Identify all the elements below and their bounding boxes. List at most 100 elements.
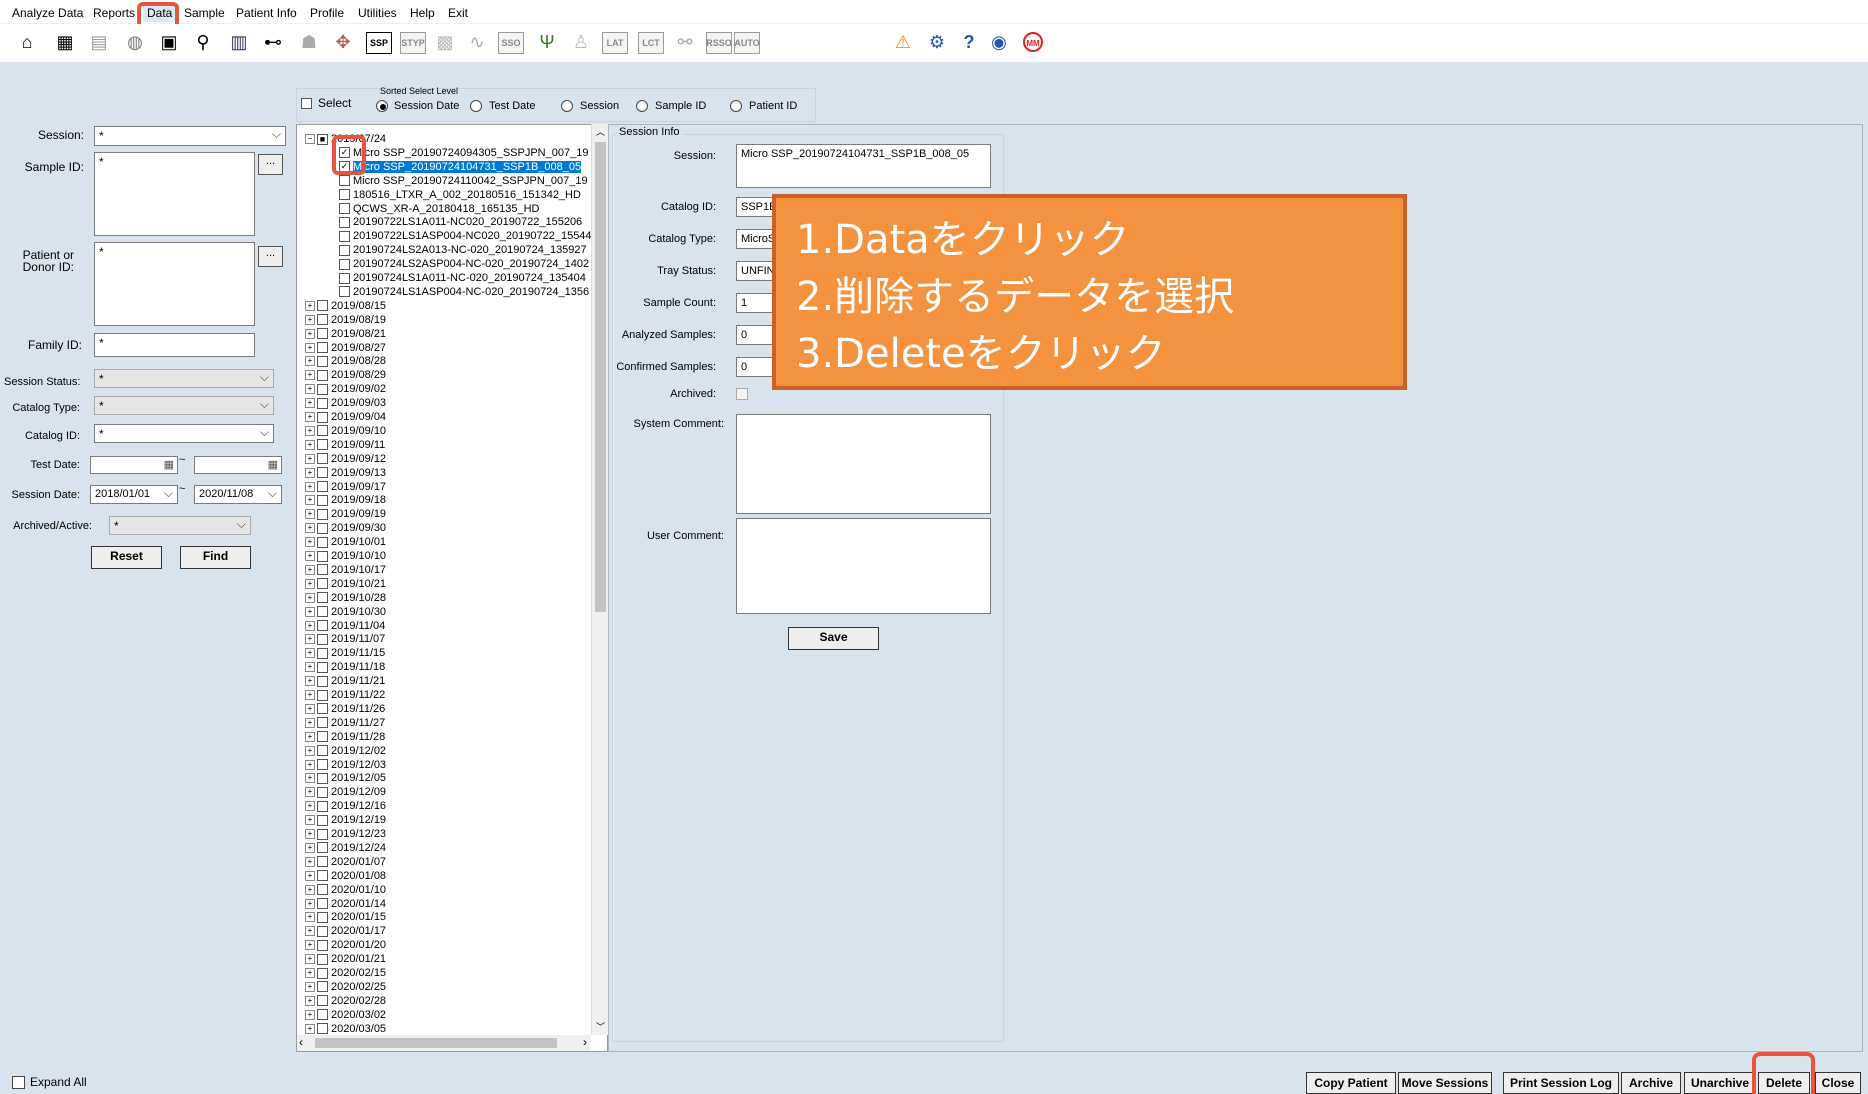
save-button[interactable]: Save	[788, 627, 879, 650]
expand-toggle-icon[interactable]: +	[305, 578, 315, 589]
save-disk-icon[interactable]: ▣	[156, 29, 182, 55]
tree-session-node[interactable]: 20190722LS1ASP004-NC020_20190722_15544	[339, 230, 592, 243]
tree-date-node[interactable]: +2019/09/30	[305, 522, 386, 535]
tree-checkbox[interactable]	[317, 884, 328, 896]
select-all-checkbox[interactable]	[301, 98, 312, 109]
expand-toggle-icon[interactable]: +	[305, 523, 315, 534]
expand-toggle-icon[interactable]: +	[305, 537, 315, 548]
tree-checkbox[interactable]	[317, 925, 328, 937]
expand-toggle-icon[interactable]: +	[305, 759, 315, 770]
expand-toggle-icon[interactable]: +	[305, 467, 315, 478]
scroll-h-thumb[interactable]	[315, 1038, 557, 1048]
tools-icon[interactable]: ✥	[330, 29, 356, 55]
expand-toggle-icon[interactable]: +	[305, 551, 315, 562]
session-date-to[interactable]: 2020/11/08	[194, 485, 282, 504]
expand-toggle-icon[interactable]: +	[305, 856, 315, 867]
report-icon[interactable]: ▥	[226, 29, 252, 55]
tree-checkbox[interactable]	[317, 953, 328, 965]
printer-icon[interactable]: ▤	[86, 29, 112, 55]
tree-checkbox[interactable]	[317, 467, 328, 479]
expand-toggle-icon[interactable]: +	[305, 995, 315, 1006]
expand-toggle-icon[interactable]: +	[305, 676, 315, 687]
scroll-right-arrow[interactable]: ›	[583, 1035, 587, 1049]
tree-session-node[interactable]: 180516_LTXR_A_002_20180516_151342_HD	[339, 189, 581, 202]
tree-checkbox[interactable]	[317, 522, 328, 534]
tree-icon[interactable]: ⊷	[260, 29, 286, 55]
tree-date-node[interactable]: +2019/12/09	[305, 786, 386, 799]
tree-checkbox[interactable]	[317, 870, 328, 882]
tree-date-node[interactable]: +2019/11/22	[305, 689, 385, 702]
expand-toggle-icon[interactable]: +	[305, 314, 315, 325]
tree-checkbox[interactable]	[339, 258, 350, 270]
tree-date-node[interactable]: +2019/11/18	[305, 661, 385, 674]
expand-toggle-icon[interactable]: +	[305, 620, 315, 631]
tree-checkbox[interactable]	[317, 661, 328, 673]
expand-toggle-icon[interactable]: +	[305, 884, 315, 895]
tree-checkbox[interactable]	[317, 494, 328, 506]
tree-date-node[interactable]: +2019/11/07	[305, 633, 385, 646]
sso-icon[interactable]: SSO	[498, 32, 524, 54]
move-sessions-button[interactable]: Move Sessions	[1398, 1072, 1492, 1094]
expand-toggle-icon[interactable]: +	[305, 342, 315, 353]
expand-toggle-icon[interactable]: +	[305, 842, 315, 853]
tree-session-node[interactable]: 20190724LS2ASP004-NC-020_20190724_1402	[339, 258, 589, 271]
gear-icon[interactable]: ⚙	[924, 29, 950, 55]
tree-date-node[interactable]: +2019/12/16	[305, 800, 386, 813]
info-archived-checkbox[interactable]	[736, 388, 748, 400]
expand-toggle-icon[interactable]: +	[305, 509, 315, 520]
tree-date-node[interactable]: +2019/12/03	[305, 759, 386, 772]
expand-toggle-icon[interactable]: +	[305, 717, 315, 728]
tree-checkbox[interactable]	[317, 425, 328, 437]
tree-checkbox[interactable]	[317, 369, 328, 381]
reset-button[interactable]: Reset	[91, 546, 162, 569]
expand-toggle-icon[interactable]: +	[305, 801, 315, 812]
tree-date-node[interactable]: +2020/03/05	[305, 1023, 386, 1036]
expand-toggle-icon[interactable]: +	[305, 690, 315, 701]
tree-checkbox[interactable]	[317, 439, 328, 451]
tree-checkbox[interactable]	[317, 314, 328, 326]
copy-patient-button[interactable]: Copy Patient	[1306, 1072, 1396, 1094]
tree-checkbox[interactable]	[317, 300, 328, 312]
expand-toggle-icon[interactable]: +	[305, 968, 315, 979]
tree-date-node[interactable]: +2019/08/27	[305, 342, 386, 355]
expand-toggle-icon[interactable]: +	[305, 662, 315, 673]
tree-checkbox[interactable]	[339, 175, 350, 187]
tree-checkbox[interactable]	[317, 508, 328, 520]
tree-checkbox[interactable]	[339, 216, 350, 228]
tree-date-node[interactable]: +2020/01/17	[305, 925, 386, 938]
tree-vertical-scrollbar[interactable]: ︿ ﹀	[591, 124, 608, 1035]
tree-date-node[interactable]: +2019/09/10	[305, 425, 386, 438]
tree-date-node[interactable]: +2019/10/01	[305, 536, 386, 549]
patient-id-browse-button[interactable]: ...	[258, 246, 283, 267]
tree-date-node[interactable]: +2019/09/03	[305, 397, 386, 410]
expand-toggle-icon[interactable]: +	[305, 425, 315, 436]
unarchive-button[interactable]: Unarchive	[1684, 1072, 1756, 1094]
tree-checkbox[interactable]	[317, 1023, 328, 1035]
expand-toggle-icon[interactable]: +	[305, 954, 315, 965]
wave-icon[interactable]: ∿	[464, 29, 490, 55]
tree-checkbox[interactable]: ■	[317, 133, 328, 145]
tree-checkbox[interactable]	[339, 203, 350, 215]
tree-checkbox[interactable]	[317, 1009, 328, 1021]
tree-checkbox[interactable]	[317, 939, 328, 951]
tree-date-node[interactable]: +2019/11/04	[305, 620, 385, 633]
tree-checkbox[interactable]	[339, 189, 350, 201]
tree-date-node[interactable]: +2020/02/15	[305, 967, 386, 980]
expand-toggle-icon[interactable]: +	[305, 815, 315, 826]
expand-toggle-icon[interactable]: −	[305, 134, 315, 145]
expand-toggle-icon[interactable]: +	[305, 731, 315, 742]
menu-analyze-data[interactable]: Analyze Data	[8, 4, 87, 22]
tree-branch-icon[interactable]: Ψ	[534, 29, 560, 55]
expand-toggle-icon[interactable]: +	[305, 300, 315, 311]
tree-checkbox[interactable]	[317, 689, 328, 701]
tree-date-node[interactable]: +2019/12/02	[305, 745, 386, 758]
scroll-up-arrow[interactable]: ︿	[592, 124, 609, 140]
tree-checkbox[interactable]	[317, 814, 328, 826]
expand-toggle-icon[interactable]: +	[305, 398, 315, 409]
hospital-icon[interactable]: ▦	[52, 29, 78, 55]
radio-session[interactable]	[561, 100, 573, 112]
expand-toggle-icon[interactable]: +	[305, 606, 315, 617]
tree-date-node[interactable]: +2019/11/27	[305, 717, 385, 730]
tree-checkbox[interactable]	[317, 995, 328, 1007]
radio-session-date[interactable]	[376, 100, 388, 112]
